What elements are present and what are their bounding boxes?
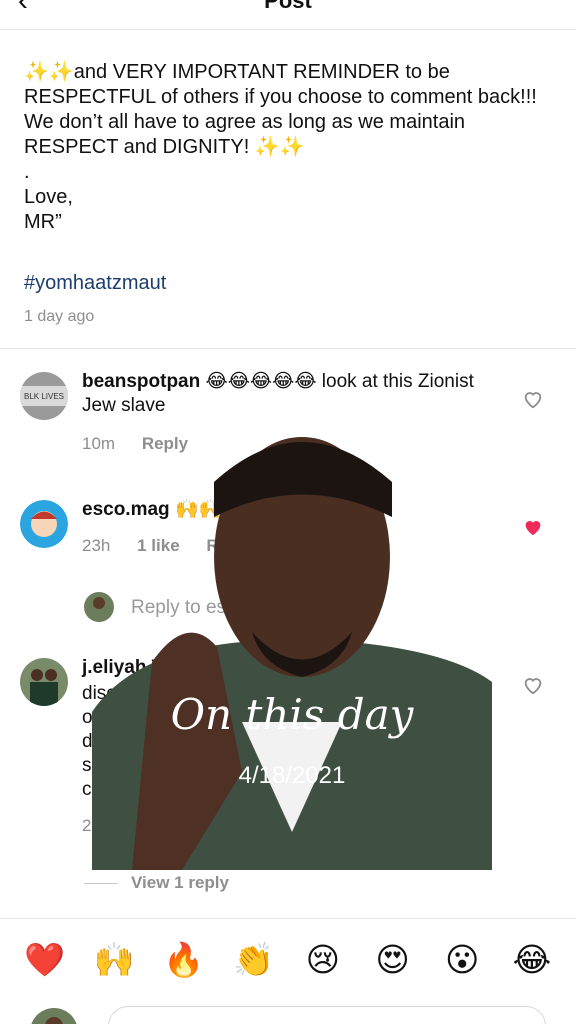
view-replies-button[interactable]: View 1 reply [131, 873, 229, 893]
comment-time: 2 [82, 816, 92, 835]
avatar[interactable] [20, 500, 68, 548]
heart-eyes-emoji[interactable]: 😍 [373, 940, 413, 980]
red-heart-emoji[interactable]: ❤️ [24, 940, 65, 980]
person-video-frame [92, 437, 492, 870]
heart-outline-icon[interactable] [522, 674, 544, 696]
page-title: Post [264, 0, 312, 13]
comment-body-fragment: s [82, 755, 92, 776]
heart-filled-icon[interactable] [522, 516, 544, 538]
surprised-face-emoji[interactable]: 😮 [442, 940, 482, 980]
emoji-reaction-bar: ❤️ 🙌 🔥 👏 😢 😍 😮 😂 [0, 940, 576, 980]
divider [0, 918, 576, 919]
video-overlay[interactable]: On this day 4/18/2021 [92, 412, 492, 870]
reply-thread-line [84, 883, 118, 884]
comment: beanspotpan 😂😂😂😂😂 look at this Zionist J… [82, 370, 482, 418]
comment-username[interactable]: beanspotpan [82, 371, 200, 392]
heart-outline-icon[interactable] [522, 388, 544, 410]
clapping-hands-emoji[interactable]: 👏 [233, 940, 274, 980]
raised-hands-emoji[interactable]: 🙌 [94, 940, 135, 980]
avatar [30, 1008, 78, 1024]
comment-input[interactable] [108, 1006, 546, 1024]
fire-emoji[interactable]: 🔥 [163, 940, 204, 980]
avatar[interactable]: BLK LIVES [20, 372, 68, 420]
avatar[interactable] [20, 658, 68, 706]
caption-text: ✨✨and VERY IMPORTANT REMINDER to be RESP… [24, 61, 537, 233]
tears-of-joy-emoji[interactable]: 😂 [512, 940, 552, 980]
svg-text:BLK LIVES: BLK LIVES [24, 392, 64, 401]
comment-body-fragment: c [82, 779, 92, 800]
divider [0, 348, 576, 349]
post-header: ‹ Post [0, 0, 576, 30]
post-timestamp: 1 day ago [24, 308, 95, 325]
crying-face-emoji[interactable]: 😢 [303, 940, 343, 980]
on-this-day-date: 4/18/2021 [238, 762, 346, 789]
post-caption: ✨✨and VERY IMPORTANT REMINDER to be RESP… [24, 60, 544, 235]
on-this-day-title: On this day [170, 690, 414, 739]
hashtag-link[interactable]: #yomhaatzmaut [24, 272, 166, 295]
